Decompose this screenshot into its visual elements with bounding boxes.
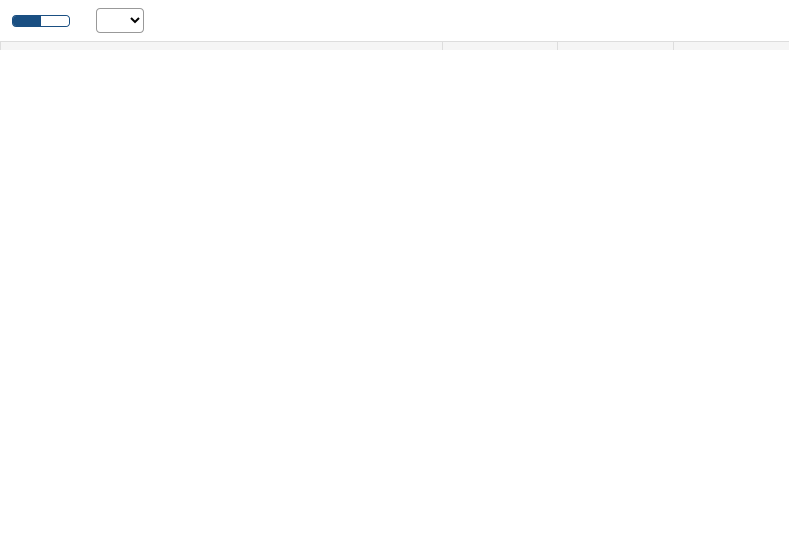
fare-type-tabs[interactable]	[12, 15, 70, 27]
sort-select[interactable]	[96, 8, 144, 33]
sub-header-row	[1, 42, 789, 50]
saver-sub-header	[442, 42, 558, 50]
first-sub-header	[673, 42, 789, 50]
header-controls	[0, 0, 789, 42]
sort-area	[90, 8, 144, 33]
main-sub-header	[558, 42, 674, 50]
flight-results-table	[0, 42, 789, 50]
refundable-tab[interactable]	[41, 16, 69, 26]
flight-sub-header	[1, 42, 443, 50]
lowest-fare-tab[interactable]	[13, 16, 41, 26]
